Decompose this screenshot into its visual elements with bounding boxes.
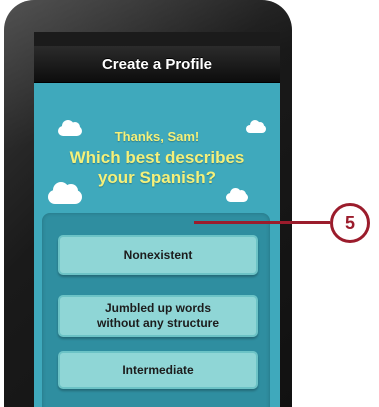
- question-line-1: Which best describes: [69, 148, 245, 167]
- option-jumbled-words-button[interactable]: Jumbled up words without any structure: [58, 295, 258, 337]
- greeting-text: Thanks, Sam!: [114, 129, 200, 144]
- option-nonexistent-button[interactable]: Nonexistent: [58, 235, 258, 275]
- option-label: Intermediate: [122, 362, 194, 377]
- option-intermediate-button[interactable]: Intermediate: [58, 351, 258, 389]
- option-label-line-1: Jumbled up words: [104, 301, 211, 315]
- app-screen: Create a Profile Thanks, Sam! Which best…: [34, 32, 280, 407]
- callout-number-badge: 5: [330, 203, 370, 243]
- option-label: Nonexistent: [123, 247, 193, 262]
- device-frame: Create a Profile Thanks, Sam! Which best…: [4, 0, 292, 407]
- question-line-2: your Spanish?: [97, 168, 217, 187]
- cloud-icon: [48, 182, 82, 204]
- cloud-icon: [226, 188, 248, 202]
- callout-number: 5: [344, 212, 355, 233]
- question-text: Which best describes your Spanish?: [34, 148, 280, 188]
- callout-pointer-line: [194, 221, 330, 224]
- option-label-line-2: without any structure: [96, 316, 219, 330]
- navigation-bar: Create a Profile: [34, 46, 280, 83]
- status-bar: [34, 32, 280, 46]
- page-title: Create a Profile: [101, 55, 213, 73]
- profile-question-area: Thanks, Sam! Which best describes your S…: [34, 83, 280, 407]
- options-panel: Nonexistent Jumbled up words without any…: [42, 213, 270, 407]
